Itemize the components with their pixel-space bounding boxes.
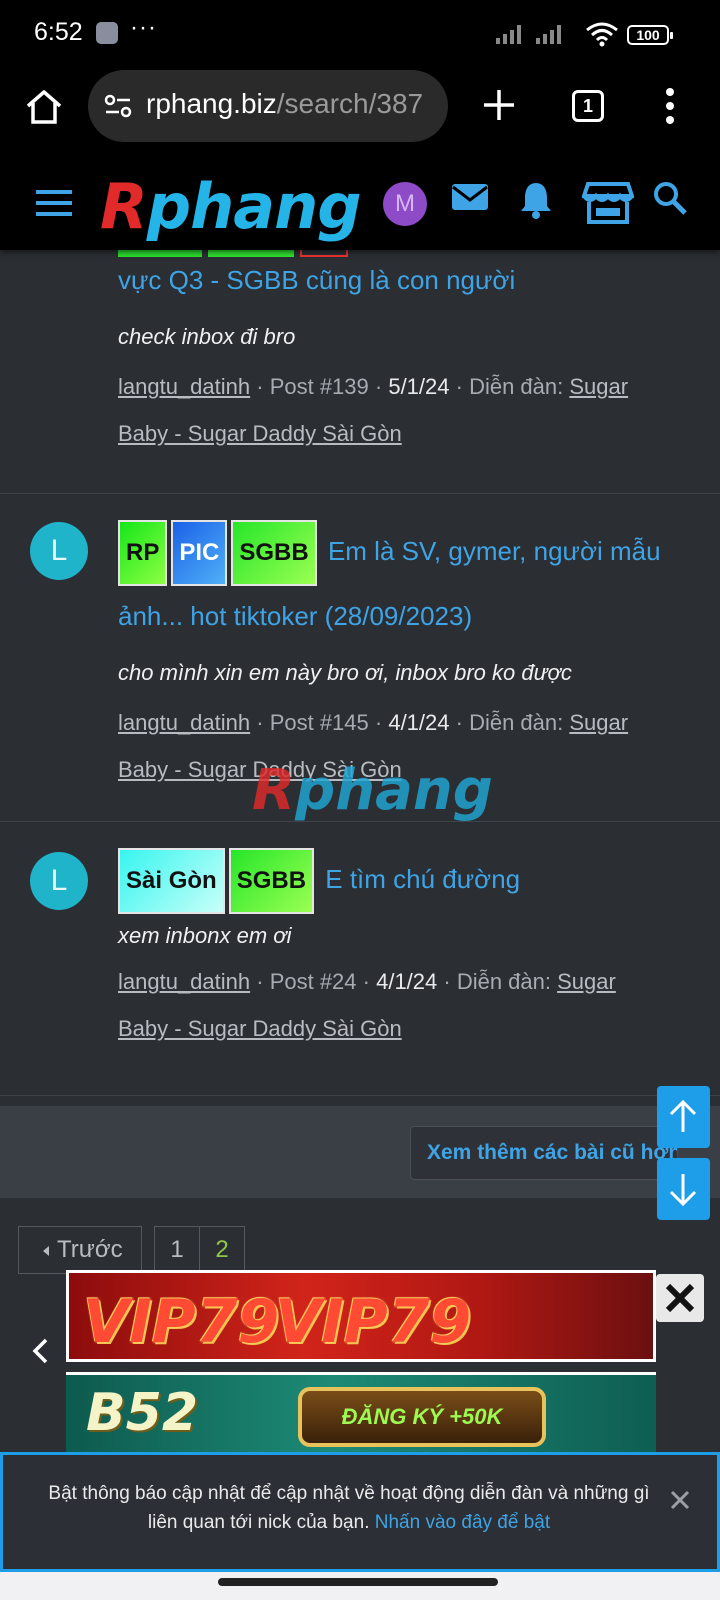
status-overflow: ··· xyxy=(130,14,157,41)
result-meta: langtu_datinh · Post #139 · 5/1/24 · Diễ… xyxy=(118,374,629,446)
page-1[interactable]: 1 xyxy=(154,1226,200,1274)
notice-message: Bật thông báo cập nhật để cập nhật về ho… xyxy=(48,1483,650,1533)
chevron-left-icon[interactable] xyxy=(30,1336,50,1366)
home-icon[interactable] xyxy=(24,88,64,126)
url-path: /search/387 xyxy=(276,88,424,119)
notification-app-icon xyxy=(96,22,118,44)
result-snippet: check inbox đi bro xyxy=(118,324,296,349)
author-avatar[interactable]: L xyxy=(30,852,88,910)
push-notification-prompt: Bật thông báo cập nhật để cập nhật về ho… xyxy=(0,1452,720,1572)
ad-close-button[interactable] xyxy=(656,1274,704,1322)
tag-pic: PIC xyxy=(171,520,228,586)
signal-icon xyxy=(496,25,521,44)
result-snippet: cho mình xin em này bro ơi, inbox bro ko… xyxy=(118,660,572,685)
author-avatar[interactable]: L xyxy=(30,522,88,580)
ad-text: VIP79 xyxy=(275,1287,472,1357)
address-bar[interactable]: rphang.biz/search/387 xyxy=(88,70,448,142)
arrow-down-icon xyxy=(669,1174,697,1207)
post-number: Post #24 xyxy=(269,969,357,994)
arrow-up-icon xyxy=(669,1099,697,1132)
mail-icon[interactable] xyxy=(450,180,490,216)
tag-rp: RP xyxy=(118,520,168,586)
user-avatar[interactable]: M xyxy=(383,182,427,226)
post-number: Post #145 xyxy=(269,710,369,735)
result-snippet: xem inbonx em ơi xyxy=(118,923,292,948)
scroll-top-button[interactable] xyxy=(657,1086,710,1148)
search-results: vực Q3 - SGBB cũng là con người check in… xyxy=(0,247,720,1096)
tag-sgbb: SGBB xyxy=(228,848,315,914)
prev-page-button[interactable]: Trước xyxy=(18,1226,142,1274)
scroll-bottom-button[interactable] xyxy=(657,1158,710,1220)
author-link[interactable]: langtu_datinh xyxy=(118,710,250,735)
home-gesture-handle[interactable] xyxy=(218,1578,498,1586)
forum-label: Diễn đàn: xyxy=(469,374,570,399)
site-header: Rphang M xyxy=(0,160,720,250)
load-older-posts-button[interactable]: Xem thêm các bài cũ hơn xyxy=(410,1126,678,1180)
author-link[interactable]: langtu_datinh xyxy=(118,969,250,994)
ad-text: VIP79 xyxy=(83,1287,280,1357)
forum-label: Diễn đàn: xyxy=(469,710,570,735)
bell-icon[interactable] xyxy=(518,180,554,220)
battery-icon: 100 xyxy=(627,25,673,45)
search-icon[interactable] xyxy=(652,180,688,216)
url-domain: rphang.biz xyxy=(146,88,277,119)
hamburger-menu-icon[interactable] xyxy=(36,188,72,218)
result-meta: langtu_datinh · Post #24 · 4/1/24 · Diễn… xyxy=(118,969,616,1041)
store-icon[interactable] xyxy=(582,180,634,226)
forum-label: Diễn đàn: xyxy=(456,969,558,994)
author-link[interactable]: langtu_datinh xyxy=(118,374,250,399)
result-title[interactable]: Sài Gòn SGBB E tìm chú đường xyxy=(118,822,676,914)
url-text: rphang.biz/search/387 xyxy=(146,88,423,120)
post-date: 4/1/24 xyxy=(388,710,450,735)
system-navigation-bar xyxy=(0,1572,720,1600)
close-icon[interactable] xyxy=(669,1489,691,1511)
post-date: 4/1/24 xyxy=(376,969,438,994)
more-menu-icon[interactable] xyxy=(664,86,676,126)
site-settings-icon[interactable] xyxy=(104,94,132,118)
new-tab-icon[interactable] xyxy=(476,82,522,128)
site-logo[interactable]: Rphang xyxy=(100,170,362,243)
browser-toolbar: rphang.biz/search/387 1 xyxy=(0,70,720,160)
enable-notifications-link[interactable]: Nhấn vào đây để bật xyxy=(375,1512,550,1533)
signal-icon-2 xyxy=(536,25,561,44)
tag-sgbb: SGBB xyxy=(231,520,317,586)
load-more-bar: Xem thêm các bài cũ hơn xyxy=(0,1106,720,1198)
close-icon xyxy=(665,1283,695,1313)
ad-brand: B52 xyxy=(86,1383,198,1443)
tab-switcher-button[interactable]: 1 xyxy=(572,90,604,122)
wifi-icon xyxy=(586,22,618,47)
ad-register-button[interactable]: ĐĂNG KÝ +50K xyxy=(298,1387,546,1447)
status-bar: 6:52 ··· 100 xyxy=(0,0,720,70)
ad-banner-b52[interactable]: B52 ĐĂNG KÝ +50K xyxy=(66,1372,656,1452)
search-result: L Sài Gòn SGBB E tìm chú đường xem inbonx… xyxy=(0,822,720,1096)
result-title[interactable]: RP PIC SGBB Em là SV, gymer, người mẫu ảnh… xyxy=(118,494,676,647)
tag-sai-gon: Sài Gòn xyxy=(118,848,225,914)
watermark-logo: Rphang xyxy=(252,758,493,823)
status-time: 6:52 xyxy=(34,18,83,46)
post-date: 5/1/24 xyxy=(388,374,450,399)
post-number: Post #139 xyxy=(269,374,369,399)
ad-banner-vip79[interactable]: VIP79 VIP79 xyxy=(66,1270,656,1362)
page-2-current[interactable]: 2 xyxy=(199,1226,245,1274)
search-result: vực Q3 - SGBB cũng là con người check in… xyxy=(0,247,720,494)
